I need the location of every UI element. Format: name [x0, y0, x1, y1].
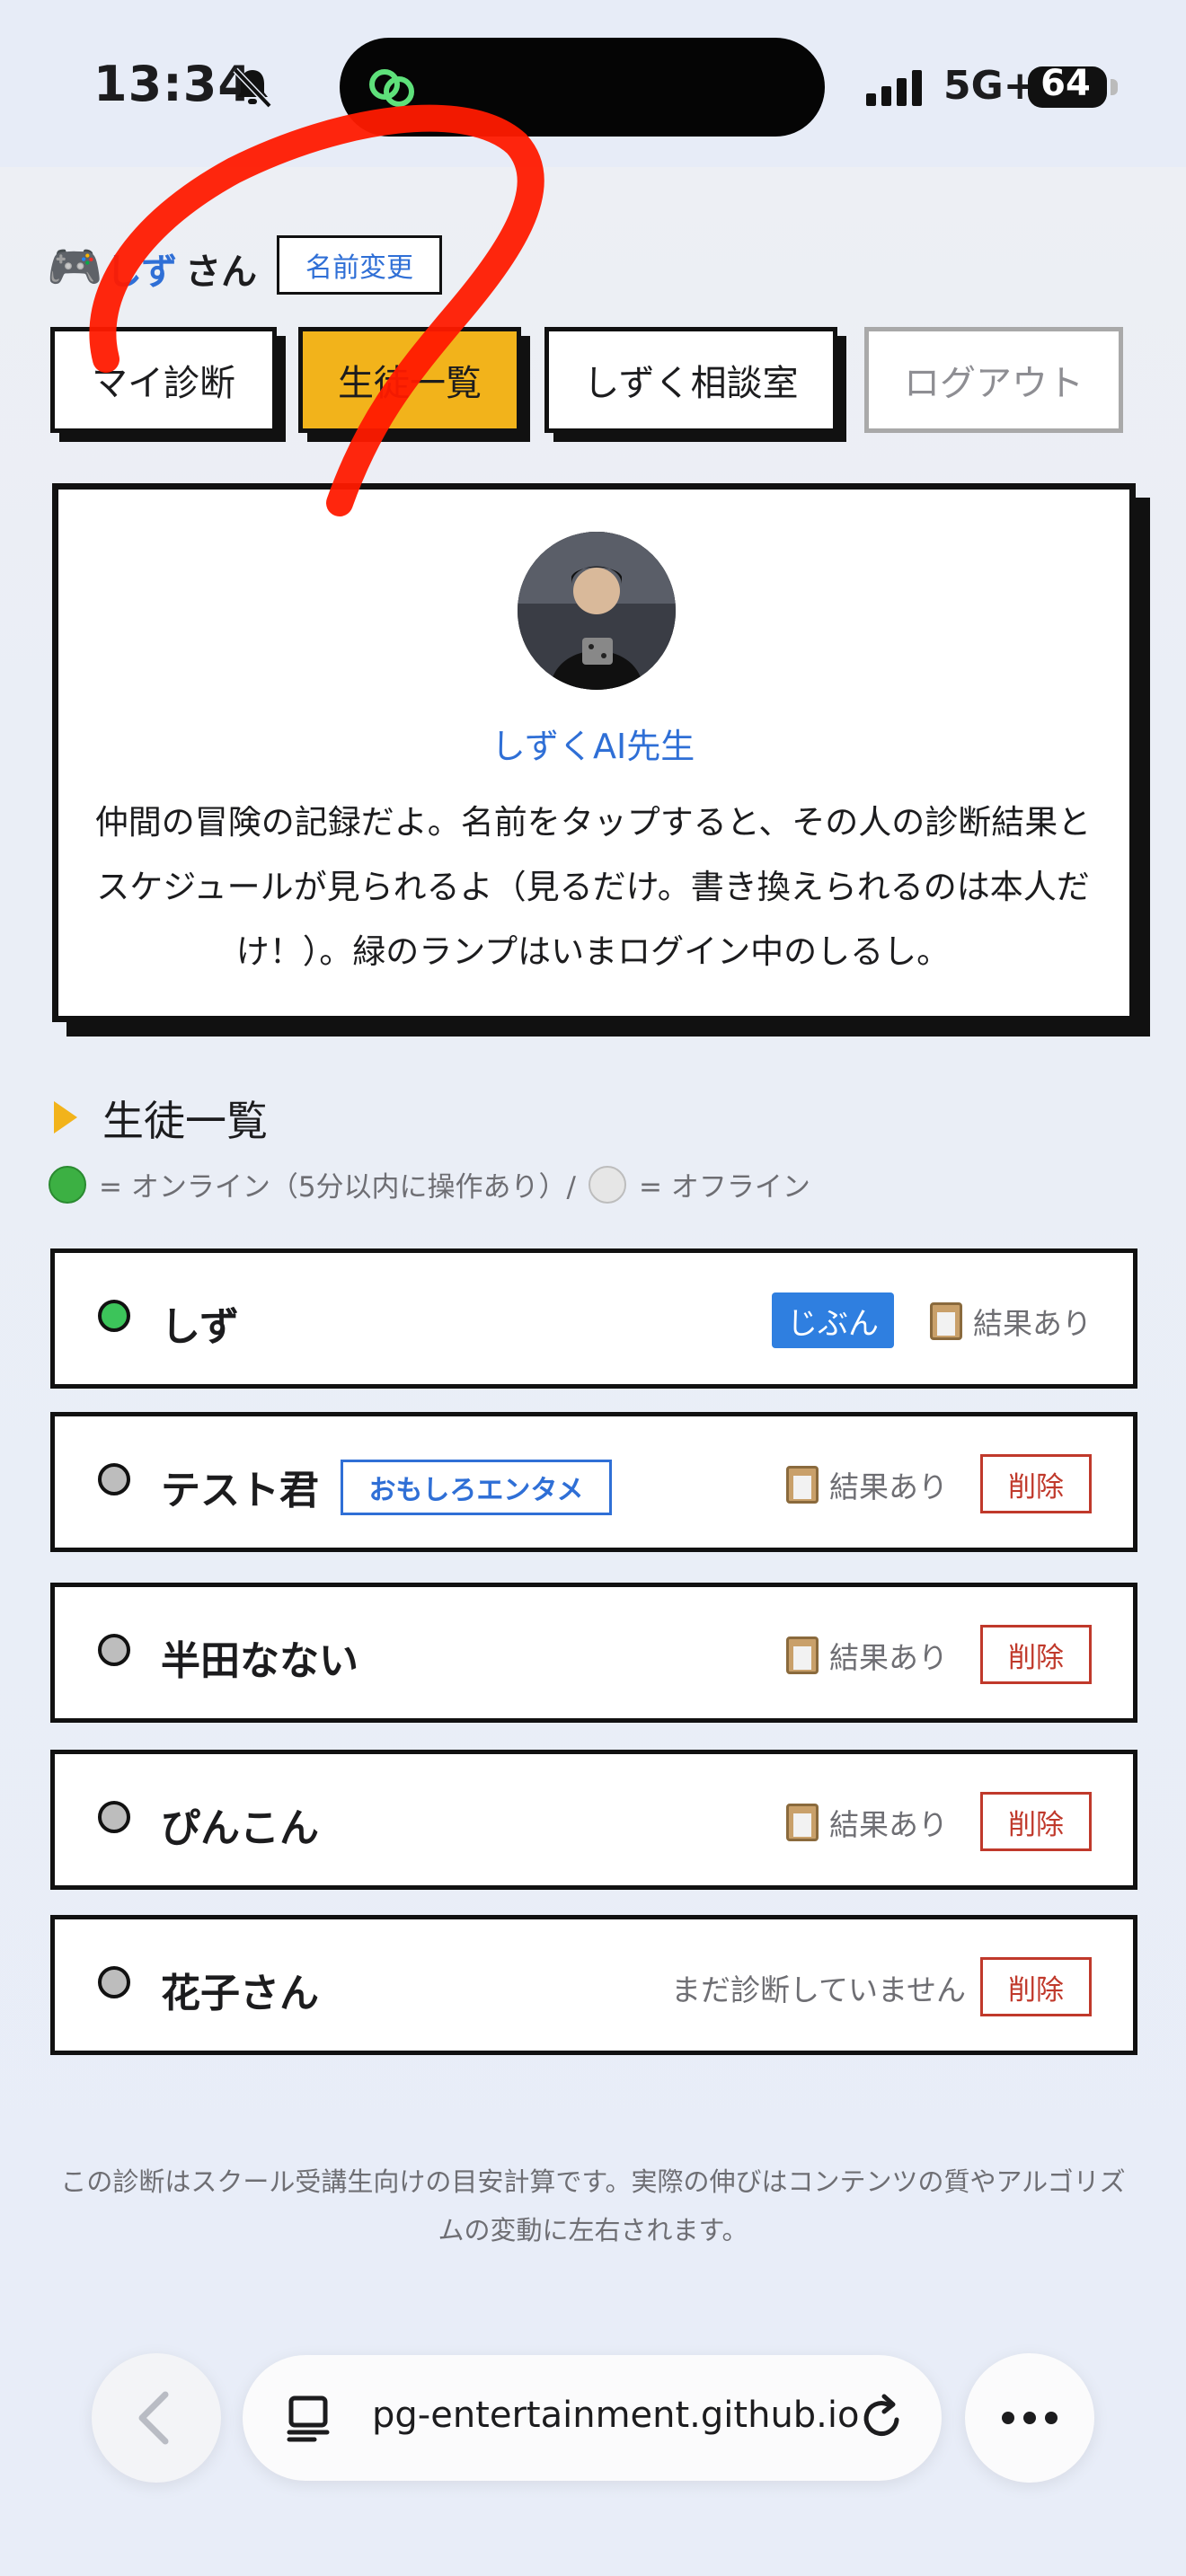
status-legend: = オンライン（5分以内に操作あり）/ = オフライン	[49, 1164, 810, 1204]
student-row[interactable]: 花子さん まだ診断していません 削除	[50, 1915, 1137, 2055]
student-name[interactable]: 花子さん	[161, 1961, 319, 2018]
clipboard-icon	[786, 1804, 819, 1841]
legend-offline-label: = オフライン	[639, 1171, 810, 1204]
battery-level: 64	[1040, 63, 1091, 104]
delete-button[interactable]: 削除	[980, 1792, 1092, 1851]
result-label: まだ診断していません	[671, 1972, 967, 2007]
offline-status-icon	[98, 1801, 130, 1833]
online-status-icon	[98, 1300, 130, 1332]
student-name[interactable]: 半田なない	[161, 1628, 358, 1686]
student-name[interactable]: しず	[161, 1294, 239, 1352]
offline-dot-icon	[589, 1165, 626, 1204]
delete-button[interactable]: 削除	[980, 1625, 1092, 1684]
clipboard-icon	[786, 1636, 819, 1674]
student-row[interactable]: ぴんこん 結果あり 削除	[50, 1750, 1137, 1890]
result-label: 結果あり	[829, 1469, 948, 1504]
signal-icon	[866, 70, 922, 106]
user-name: しず	[106, 251, 178, 293]
self-badge: じぶん	[772, 1292, 894, 1348]
result-status: 結果あり	[786, 1463, 948, 1506]
online-dot-icon	[49, 1165, 86, 1204]
page-tabs-icon	[287, 2395, 330, 2442]
genre-tag: おもしろエンタメ	[341, 1460, 612, 1515]
back-button[interactable]	[92, 2353, 221, 2483]
logout-button[interactable]: ログアウト	[864, 327, 1123, 433]
student-name[interactable]: ぴんこん	[161, 1795, 319, 1853]
status-time: 13:34	[93, 56, 252, 112]
game-controller-icon: 🎮	[47, 241, 103, 293]
bell-muted-icon	[233, 67, 272, 109]
user-suffix: さん	[185, 251, 257, 293]
teacher-name: しずくAI先生	[491, 727, 695, 766]
disclaimer-text: この診断はスクール受講生向けの目安計算です。実際の伸びはコンテンツの質やアルゴリ…	[60, 2166, 1126, 2245]
rename-button[interactable]: 名前変更	[277, 235, 442, 295]
result-label: 結果あり	[829, 1640, 948, 1675]
student-row[interactable]: テスト君 おもしろエンタメ 結果あり 削除	[50, 1412, 1137, 1552]
delete-button[interactable]: 削除	[980, 1957, 1092, 2016]
network-label: 5G+	[943, 63, 1037, 109]
teacher-avatar	[518, 532, 676, 690]
student-name[interactable]: テスト君	[161, 1458, 319, 1515]
clipboard-icon	[786, 1466, 819, 1504]
triangle-marker-icon	[54, 1101, 77, 1134]
offline-status-icon	[98, 1463, 130, 1495]
url-text[interactable]: pg-entertainment.github.io	[372, 2395, 859, 2436]
result-label: 結果あり	[829, 1807, 948, 1842]
reload-icon[interactable]	[857, 2393, 907, 2443]
more-dots-icon	[1002, 2412, 1058, 2424]
result-label: 結果あり	[973, 1306, 1092, 1341]
chain-link-icon	[369, 69, 414, 107]
nav-students-button[interactable]: 生徒一覧	[298, 327, 521, 433]
student-row[interactable]: 半田なない 結果あり 削除	[50, 1583, 1137, 1723]
nav-consult-button[interactable]: しずく相談室	[544, 327, 837, 433]
clipboard-icon	[930, 1302, 962, 1340]
result-status: 結果あり	[786, 1801, 948, 1844]
legend-online-label: = オンライン（5分以内に操作あり）/	[99, 1171, 576, 1204]
delete-button[interactable]: 削除	[980, 1454, 1092, 1513]
nav-my-diagnosis-button[interactable]: マイ診断	[50, 327, 277, 433]
chevron-left-icon	[138, 2391, 169, 2445]
section-title: 生徒一覧	[102, 1097, 268, 1145]
student-row[interactable]: しず じぶん 結果あり	[50, 1248, 1137, 1389]
battery-tip	[1111, 79, 1118, 95]
result-status: 結果あり	[786, 1634, 948, 1677]
offline-status-icon	[98, 1966, 130, 1998]
offline-status-icon	[98, 1634, 130, 1666]
more-button[interactable]	[965, 2353, 1094, 2483]
result-status: まだ診断していません	[671, 1966, 966, 2009]
info-text: 仲間の冒険の記録だよ。名前をタップすると、その人の診断結果とスケジュールが見られ…	[94, 803, 1092, 971]
person-photo-icon	[518, 532, 676, 690]
result-status: 結果あり	[930, 1300, 1092, 1343]
